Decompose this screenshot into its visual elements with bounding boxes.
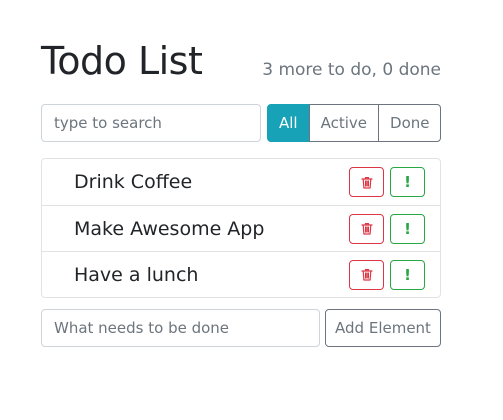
trash-icon xyxy=(360,269,373,281)
item-actions: ! xyxy=(349,167,425,197)
todo-item-label[interactable]: Have a lunch xyxy=(74,264,198,286)
item-actions: ! xyxy=(349,213,425,244)
search-panel: All Active Done xyxy=(41,104,442,142)
filter-active-button[interactable]: Active xyxy=(308,104,380,142)
delete-button[interactable] xyxy=(349,213,384,244)
mark-important-button[interactable]: ! xyxy=(390,213,425,244)
todo-count-summary: 3 more to do, 0 done xyxy=(262,60,441,80)
mark-important-button[interactable]: ! xyxy=(390,259,425,290)
app-header: Todo List 3 more to do, 0 done xyxy=(41,36,441,80)
status-filter: All Active Done xyxy=(267,104,442,142)
todo-item-label[interactable]: Drink Coffee xyxy=(74,171,192,193)
todo-app: Todo List 3 more to do, 0 done All Activ… xyxy=(41,36,442,347)
list-item: Drink Coffee ! xyxy=(42,159,440,205)
list-item: Make Awesome App ! xyxy=(42,205,440,251)
todo-list: Drink Coffee ! Make Awesome App ! Have a… xyxy=(41,158,441,298)
exclamation-icon: ! xyxy=(404,265,411,284)
new-todo-input[interactable] xyxy=(41,309,320,347)
delete-button[interactable] xyxy=(349,259,384,290)
todo-item-label[interactable]: Make Awesome App xyxy=(74,218,264,240)
delete-button[interactable] xyxy=(349,167,384,197)
list-item: Have a lunch ! xyxy=(42,251,440,297)
trash-icon xyxy=(360,176,373,189)
exclamation-icon: ! xyxy=(404,173,411,191)
filter-all-button[interactable]: All xyxy=(267,104,310,142)
add-element-button[interactable]: Add Element xyxy=(325,309,441,347)
filter-done-button[interactable]: Done xyxy=(378,104,442,142)
trash-icon xyxy=(360,223,373,235)
page-title: Todo List xyxy=(41,39,203,83)
search-input[interactable] xyxy=(41,104,261,142)
item-actions: ! xyxy=(349,259,425,290)
mark-important-button[interactable]: ! xyxy=(390,167,425,197)
exclamation-icon: ! xyxy=(404,219,411,238)
add-item-form: Add Element xyxy=(41,309,441,347)
